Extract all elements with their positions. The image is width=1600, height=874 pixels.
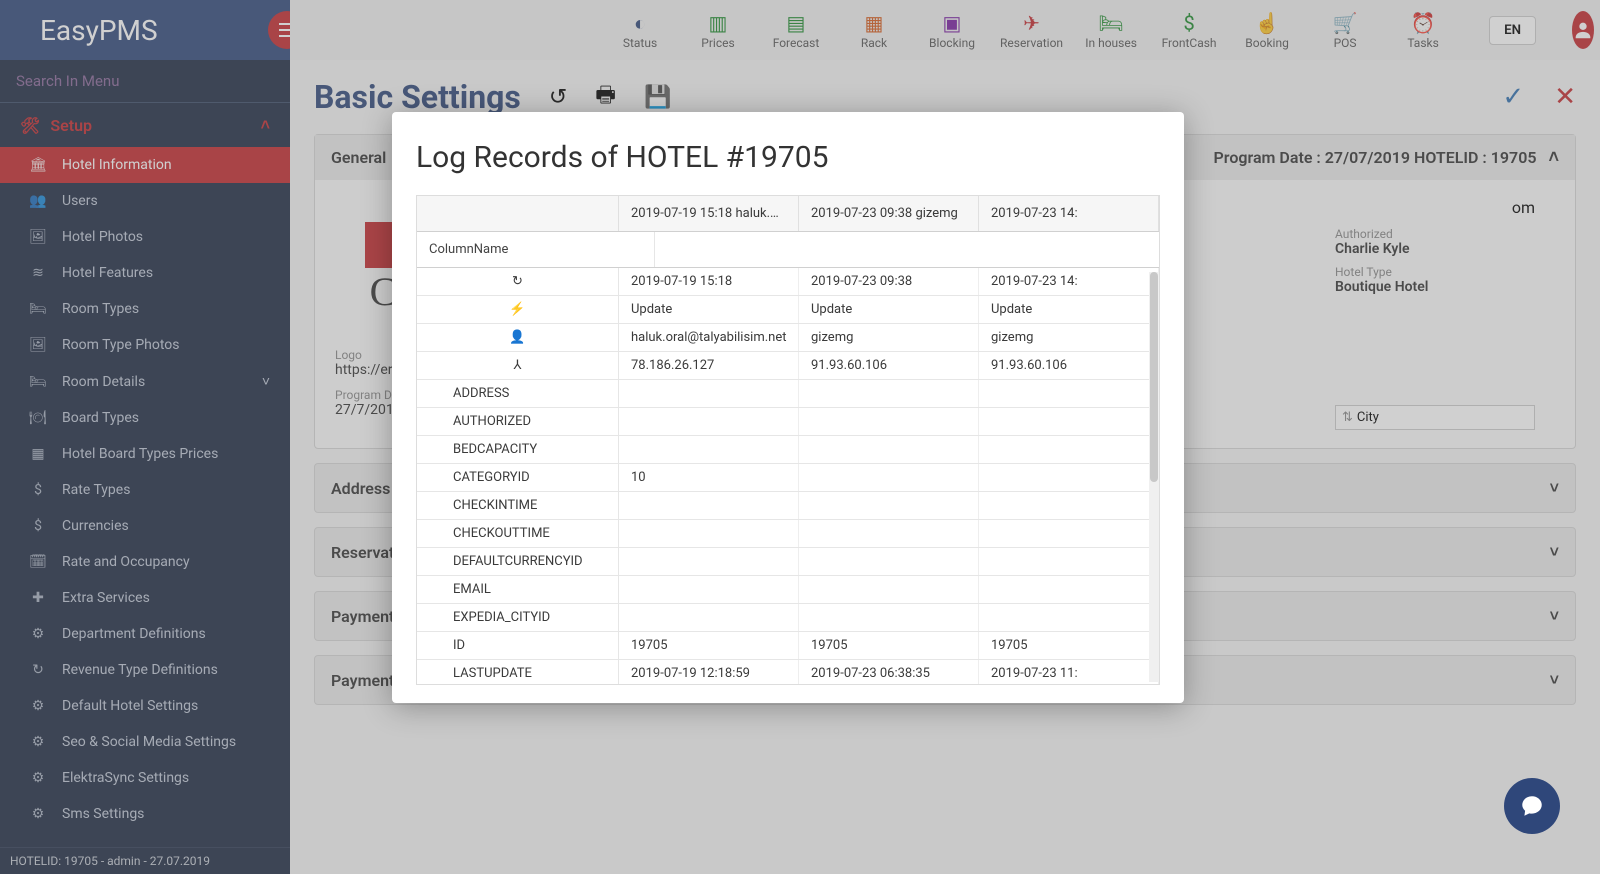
log-cell [799,492,979,519]
log-cell [979,436,1159,463]
log-table-header-row: 2019-07-19 15:18 haluk.oral@t... 2019-07… [417,196,1159,232]
log-row-name: CATEGORYID [417,464,619,491]
log-row: CHECKOUTTIME [417,520,1159,548]
log-row-icon: ⚡ [417,296,619,323]
log-table: 2019-07-19 15:18 haluk.oral@t... 2019-07… [416,195,1160,685]
log-cell [979,380,1159,407]
log-row: ADDRESS [417,380,1159,408]
log-cell [799,548,979,575]
log-row: EXPEDIA_CITYID [417,604,1159,632]
log-row-icon: ↻ [417,268,619,295]
log-cell [799,464,979,491]
log-cell: 2019-07-23 06:38:35 [799,660,979,685]
log-cell [979,492,1159,519]
log-cell [979,548,1159,575]
log-row: CHECKINTIME [417,492,1159,520]
log-cell: Update [979,296,1159,323]
log-row: ⅄78.186.26.12791.93.60.10691.93.60.106 [417,352,1159,380]
log-row: ↻2019-07-19 15:182019-07-23 09:382019-07… [417,268,1159,296]
log-cell [619,408,799,435]
log-row-name: EMAIL [417,576,619,603]
log-row-name: LASTUPDATE [417,660,619,685]
log-row-name: EXPEDIA_CITYID [417,604,619,631]
log-cell [799,520,979,547]
log-row: EMAIL [417,576,1159,604]
log-cell: Update [799,296,979,323]
log-cell [619,492,799,519]
log-cell [619,520,799,547]
log-cell: 10 [619,464,799,491]
log-row: ⚡UpdateUpdateUpdate [417,296,1159,324]
log-cell: 91.93.60.106 [979,352,1159,379]
log-row-name: CHECKINTIME [417,492,619,519]
log-row: CATEGORYID10 [417,464,1159,492]
log-cell [979,520,1159,547]
log-row: AUTHORIZED [417,408,1159,436]
log-row: 👤haluk.oral@talyabilisim.netgizemggizemg [417,324,1159,352]
log-cell [799,436,979,463]
log-cell: 78.186.26.127 [619,352,799,379]
log-cell [619,436,799,463]
log-row-icon: ⅄ [417,352,619,379]
log-cell [799,604,979,631]
log-cell: 2019-07-23 11: [979,660,1159,685]
log-col-1: 2019-07-19 15:18 haluk.oral@t... [619,196,799,231]
chat-fab[interactable] [1504,778,1560,834]
log-cell: 2019-07-19 12:18:59 [619,660,799,685]
log-cell: 2019-07-23 09:38 [799,268,979,295]
log-col-3: 2019-07-23 14: [979,196,1159,231]
log-cell: 19705 [619,632,799,659]
log-col-2: 2019-07-23 09:38 gizemg [799,196,979,231]
log-cell [619,576,799,603]
log-row-name: CHECKOUTTIME [417,520,619,547]
log-cell: 19705 [799,632,979,659]
log-cell: gizemg [799,324,979,351]
log-cell: 19705 [979,632,1159,659]
log-row-name: ADDRESS [417,380,619,407]
log-cell [619,604,799,631]
log-cell: 91.93.60.106 [799,352,979,379]
log-cell: 2019-07-23 14: [979,268,1159,295]
log-cell [979,464,1159,491]
log-cell [979,408,1159,435]
log-table-columnname-row: ColumnName [417,232,1159,268]
log-cell: 2019-07-19 15:18 [619,268,799,295]
log-cell [799,576,979,603]
log-row-name: ID [417,632,619,659]
log-cell [619,380,799,407]
log-row: ID197051970519705 [417,632,1159,660]
log-row-icon: 👤 [417,324,619,351]
log-cell: Update [619,296,799,323]
log-row: BEDCAPACITY [417,436,1159,464]
log-cell [619,548,799,575]
log-table-scrollbar[interactable] [1149,272,1159,682]
log-cell [979,576,1159,603]
log-cell: haluk.oral@talyabilisim.net [619,324,799,351]
log-records-modal: Log Records of HOTEL #19705 2019-07-19 1… [392,112,1184,703]
log-row-name: DEFAULTCURRENCYID [417,548,619,575]
log-row: DEFAULTCURRENCYID [417,548,1159,576]
log-row-name: AUTHORIZED [417,408,619,435]
log-cell [799,380,979,407]
modal-title: Log Records of HOTEL #19705 [416,140,1160,175]
log-cell: gizemg [979,324,1159,351]
log-row: LASTUPDATE2019-07-19 12:18:592019-07-23 … [417,660,1159,685]
column-name-label: ColumnName [417,232,655,267]
log-cell [799,408,979,435]
log-row-name: BEDCAPACITY [417,436,619,463]
log-cell [979,604,1159,631]
